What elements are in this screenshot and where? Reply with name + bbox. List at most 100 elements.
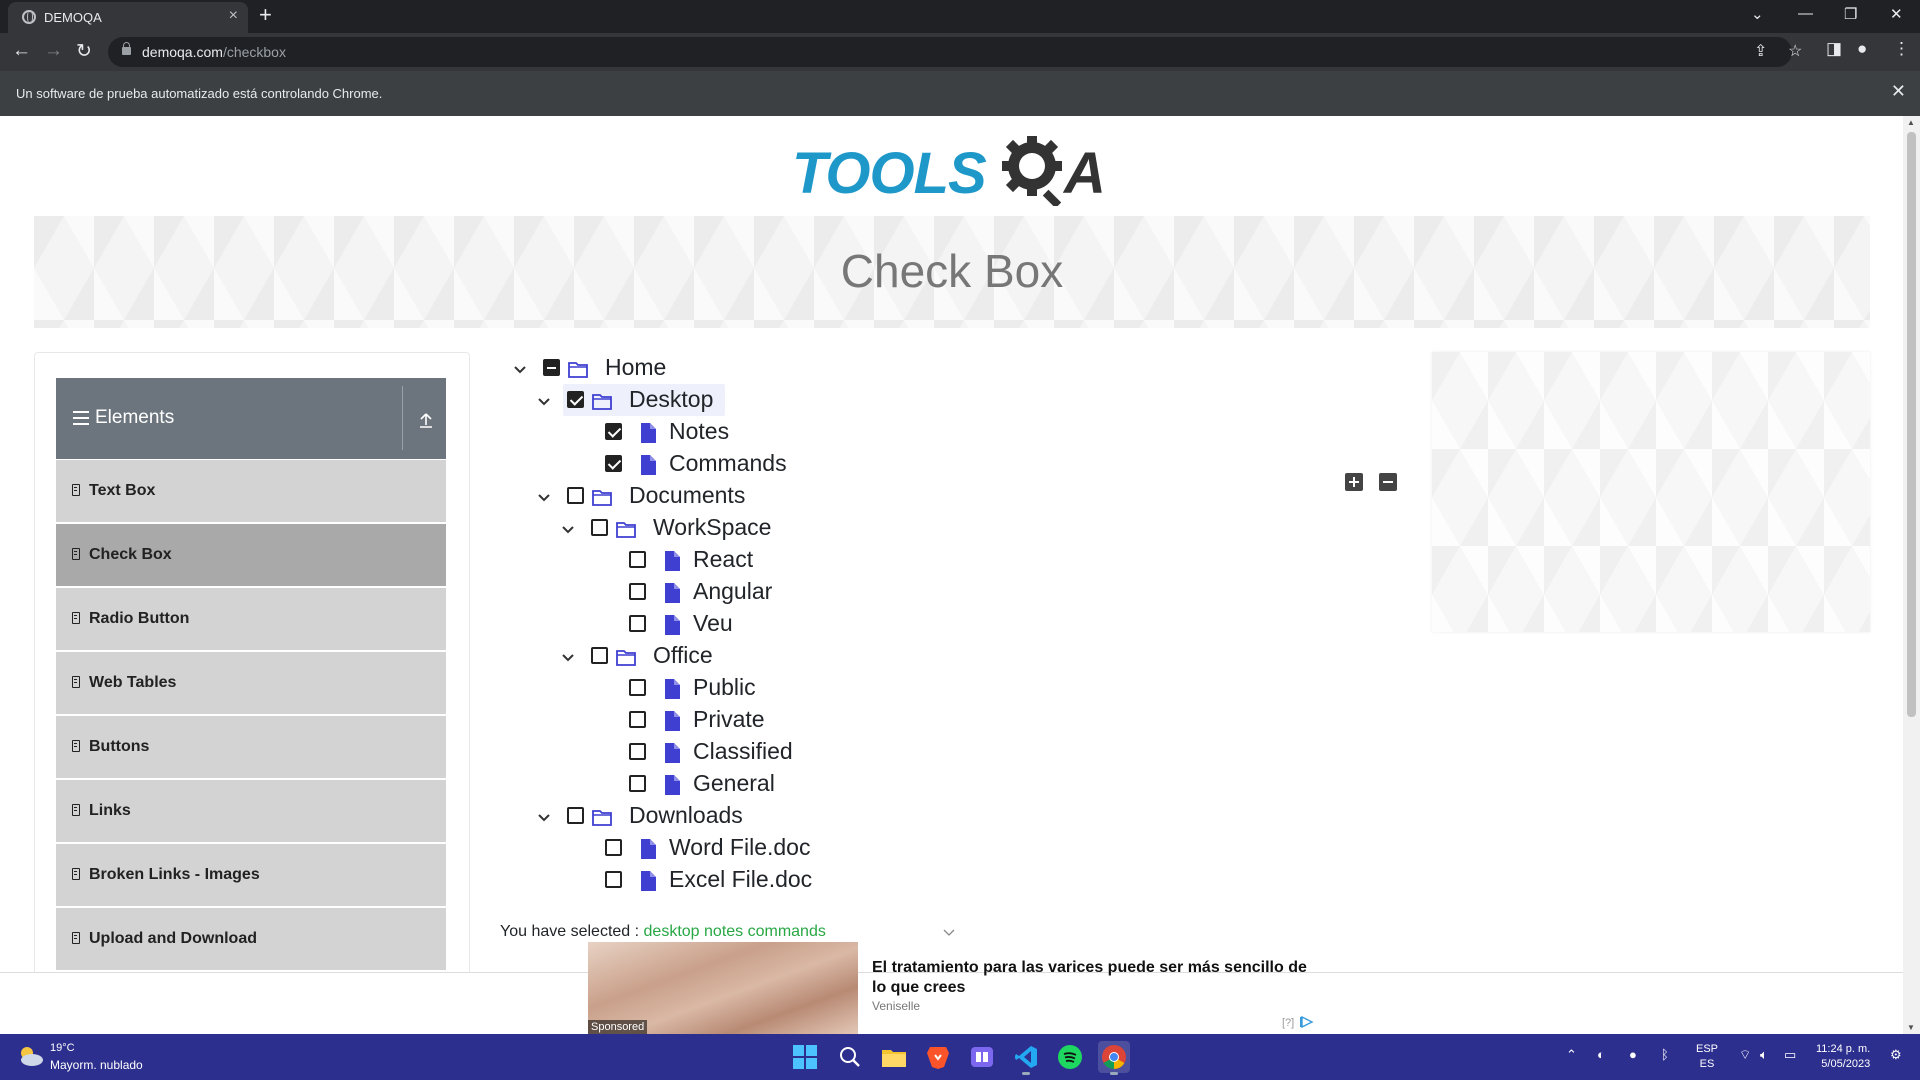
bluetooth-icon[interactable]: ᛒ (1661, 1047, 1669, 1062)
tree-node-label[interactable]: React (693, 546, 753, 573)
sidebar-item-upload-and-download[interactable]: Upload and Download (56, 908, 446, 970)
tree-checkbox[interactable] (605, 423, 622, 440)
tree-checkbox[interactable] (591, 519, 608, 536)
scroll-up-icon[interactable]: ▲ (1907, 118, 1915, 127)
tree-checkbox[interactable] (629, 775, 646, 792)
collapse-all-button[interactable] (1379, 473, 1397, 491)
tree-checkbox[interactable] (605, 871, 622, 888)
close-window-icon[interactable]: ✕ (1890, 5, 1903, 23)
tree-node-label[interactable]: General (693, 770, 775, 797)
weather-temperature[interactable]: 19°C (50, 1042, 75, 1054)
page-scrollbar[interactable]: ▲ ▼ (1903, 116, 1920, 1034)
spotify-icon[interactable] (1054, 1041, 1086, 1073)
tree-checkbox[interactable] (629, 711, 646, 728)
ad-image[interactable]: Sponsored (588, 942, 858, 1034)
language-indicator[interactable]: ESP ES (1696, 1042, 1718, 1072)
vscode-icon[interactable] (1010, 1041, 1042, 1075)
battery-icon[interactable]: ▭ (1784, 1047, 1796, 1063)
tree-node-label[interactable]: Veu (693, 610, 733, 637)
tree-checkbox[interactable] (629, 551, 646, 568)
tray-app-icon[interactable]: ◐ (1597, 1047, 1605, 1062)
back-icon[interactable]: ← (12, 40, 31, 62)
tree-checkbox[interactable] (605, 455, 622, 472)
tree-checkbox[interactable] (567, 807, 584, 824)
lock-icon[interactable] (122, 42, 131, 55)
chevron-down-icon[interactable] (561, 644, 575, 662)
tree-checkbox[interactable] (629, 679, 646, 696)
new-tab-button[interactable]: + (259, 2, 272, 28)
profile-icon[interactable]: ● (1857, 39, 1867, 59)
restore-icon[interactable]: ❐ (1844, 5, 1857, 23)
ad-info-link[interactable]: [?] (1282, 1017, 1294, 1029)
tree-node-react: React (0, 544, 1200, 576)
tree-node-label[interactable]: Angular (693, 578, 772, 605)
tree-node-label[interactable]: Home (605, 354, 666, 381)
tree-node-label[interactable]: Commands (669, 450, 787, 477)
tray-overflow-icon[interactable]: ⌃ (1566, 1047, 1577, 1063)
tree-checkbox[interactable] (543, 359, 560, 376)
tab-search-icon[interactable]: ⌄ (1751, 5, 1764, 23)
chevron-down-icon[interactable] (513, 356, 527, 374)
infobar-close-button[interactable]: ✕ (1891, 81, 1906, 102)
tree-node-label[interactable]: Desktop (629, 386, 713, 413)
side-panel-icon[interactable]: ◨ (1826, 39, 1842, 59)
chevron-down-icon[interactable] (561, 516, 575, 534)
tree-node-label[interactable]: Office (653, 642, 713, 669)
tree-checkbox[interactable] (629, 583, 646, 600)
wifi-icon[interactable]: ⌔ (1739, 1047, 1751, 1063)
file-icon (664, 678, 680, 705)
tree-node-label[interactable]: Classified (693, 738, 793, 765)
tree-node-label[interactable]: Documents (629, 482, 745, 509)
tree-node-label[interactable]: Downloads (629, 802, 743, 829)
tree-checkbox[interactable] (591, 647, 608, 664)
tree-node-label[interactable]: Private (693, 706, 765, 733)
star-icon[interactable]: ☆ (1788, 41, 1802, 61)
file-explorer-icon[interactable] (878, 1041, 910, 1073)
start-icon[interactable] (789, 1041, 821, 1073)
brave-browser-icon[interactable] (922, 1041, 954, 1073)
chevron-down-icon[interactable] (537, 388, 551, 406)
minimize-icon[interactable]: — (1798, 5, 1813, 22)
logo-text-a: A (1064, 141, 1106, 206)
scrollbar-thumb[interactable] (1907, 132, 1916, 717)
notifications-icon[interactable]: ⚙ (1890, 1047, 1902, 1063)
tree-checkbox[interactable] (605, 839, 622, 856)
folder-icon (616, 518, 636, 545)
tree-node-downloads: Downloads (0, 800, 1200, 832)
clock[interactable]: 11:24 p. m. 5/05/2023 (1816, 1042, 1870, 1072)
tree-checkbox[interactable] (567, 391, 584, 408)
tree-node-label[interactable]: Notes (669, 418, 729, 445)
browser-tab[interactable]: DEMOQA × (8, 2, 248, 33)
tree-checkbox[interactable] (629, 743, 646, 760)
tree-checkbox[interactable] (567, 487, 584, 504)
tree-node-label[interactable]: WorkSpace (653, 514, 771, 541)
tab-close-button[interactable]: × (229, 7, 238, 25)
address-bar[interactable]: demoqa.com/checkbox ⇪ ☆ (108, 37, 1802, 67)
ad-headline[interactable]: El tratamiento para las varices puede se… (872, 958, 1312, 998)
search-icon[interactable] (834, 1041, 866, 1073)
chevron-down-icon[interactable] (537, 804, 551, 822)
expand-all-button[interactable] (1345, 473, 1363, 491)
volume-icon[interactable]: 🔈︎ (1760, 1047, 1768, 1063)
tree-node-label[interactable]: Public (693, 674, 756, 701)
chevron-down-icon[interactable] (537, 484, 551, 502)
share-icon[interactable]: ⇪ (1754, 41, 1767, 61)
scroll-down-icon[interactable]: ▼ (1907, 1023, 1915, 1032)
reload-icon[interactable]: ↻ (76, 40, 92, 63)
page-title: Check Box (840, 245, 1064, 297)
menu-dots-icon[interactable]: ⋮ (1893, 39, 1910, 59)
chevron-down-icon[interactable] (943, 928, 955, 938)
weather-cloud-icon[interactable] (16, 1043, 44, 1069)
tray-app2-icon[interactable]: ● (1629, 1047, 1637, 1062)
tree-node-label[interactable]: Excel File.doc (669, 866, 812, 893)
tree-checkbox[interactable] (629, 615, 646, 632)
adchoices-icon[interactable] (1300, 1016, 1314, 1028)
ad-brand[interactable]: Veniselle (872, 999, 920, 1013)
chrome-icon[interactable] (1098, 1041, 1130, 1075)
tree-node-label[interactable]: Word File.doc (669, 834, 810, 861)
app-icon[interactable] (966, 1041, 998, 1073)
toolsqa-logo[interactable]: TOOLS A (792, 130, 1122, 206)
url-text[interactable]: demoqa.com/checkbox (142, 44, 286, 60)
forward-icon[interactable]: → (44, 40, 63, 62)
weather-description[interactable]: Mayorm. nublado (50, 1058, 143, 1072)
